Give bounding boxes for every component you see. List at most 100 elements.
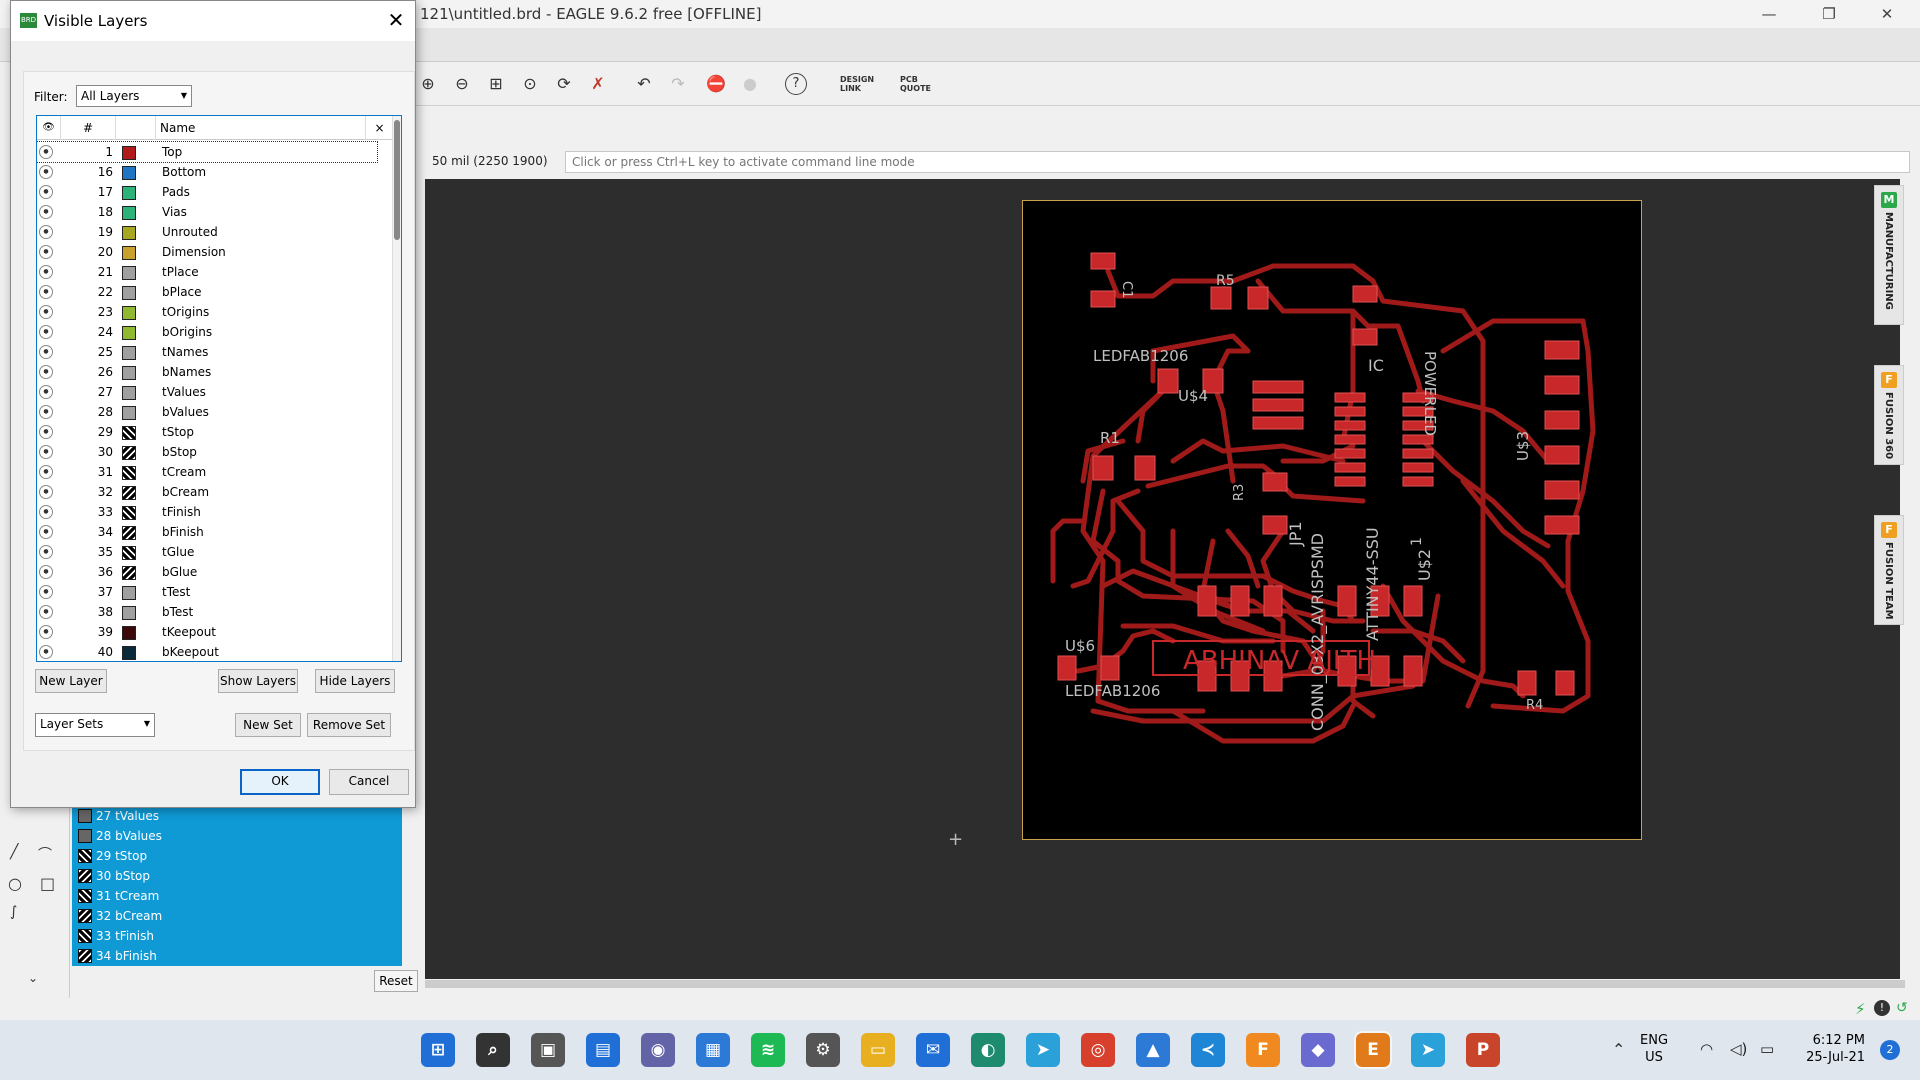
copper-pad[interactable] <box>1247 286 1269 310</box>
layers-table[interactable]: 👁 # Name × ● 1 Top ● 16 Bottom ● 17 Pads ● 18 Vias ●… <box>36 115 402 662</box>
layer-color-swatch[interactable] <box>122 166 136 180</box>
dialog-close-button[interactable]: ✕ <box>383 7 409 33</box>
ok-button[interactable]: OK <box>240 769 320 795</box>
copper-pad[interactable] <box>1252 398 1304 412</box>
line-tool-icon[interactable]: ╱ <box>10 844 18 860</box>
layer-color-swatch[interactable] <box>122 326 136 340</box>
zoom-in-icon[interactable]: ⊕ <box>415 71 441 97</box>
git-icon[interactable]: ◆ <box>1301 1033 1335 1067</box>
filter-select[interactable]: All Layers ▼ <box>76 85 192 107</box>
layer-color-swatch[interactable] <box>122 506 136 520</box>
layer-row[interactable]: ● 32 bCream <box>37 482 377 502</box>
copper-pad[interactable] <box>1090 290 1116 308</box>
redo-icon[interactable]: ↷ <box>665 71 691 97</box>
eye-icon[interactable]: ● <box>39 565 53 579</box>
new-layer-button[interactable]: New Layer <box>35 669 107 693</box>
copper-pad[interactable] <box>1402 434 1434 445</box>
copper-pad[interactable] <box>1403 585 1423 617</box>
widgets-icon[interactable]: ▤ <box>586 1033 620 1067</box>
layer-palette-item[interactable]: 30 bStop <box>72 866 402 886</box>
copper-pad[interactable] <box>1197 585 1217 617</box>
eye-icon[interactable]: ● <box>39 485 53 499</box>
layer-color-swatch[interactable] <box>122 266 136 280</box>
volume-icon[interactable]: ◁) <box>1730 1040 1747 1058</box>
curve-tool-icon[interactable]: ∫ <box>10 904 17 920</box>
circle-tool-icon[interactable]: ○ <box>8 874 22 893</box>
layer-row[interactable]: ● 22 bPlace <box>37 282 377 302</box>
chrome-icon[interactable]: ◎ <box>1081 1033 1115 1067</box>
redraw-icon[interactable]: ⟳ <box>551 71 577 97</box>
visibility-column-icon[interactable]: 👁 <box>37 116 61 140</box>
close-button[interactable]: ✕ <box>1864 0 1910 28</box>
dock-tab[interactable]: F FUSION TEAM <box>1874 515 1904 625</box>
copper-pad[interactable] <box>1134 455 1156 481</box>
layer-color-swatch[interactable] <box>122 646 136 660</box>
eye-icon[interactable]: ● <box>39 445 53 459</box>
telegram2-icon[interactable]: ➤ <box>1411 1033 1445 1067</box>
layers-table-scrollbar[interactable] <box>392 116 401 661</box>
copper-pad[interactable] <box>1544 515 1580 535</box>
eye-icon[interactable]: ● <box>39 285 53 299</box>
reset-button[interactable]: Reset <box>374 970 418 992</box>
eye-icon[interactable]: ● <box>39 585 53 599</box>
layer-color-swatch[interactable] <box>122 406 136 420</box>
copper-pad[interactable] <box>1517 670 1537 696</box>
layer-row[interactable]: ● 35 tGlue <box>37 542 377 562</box>
layer-color-swatch[interactable] <box>122 526 136 540</box>
layer-palette-item[interactable]: 28 bValues <box>72 826 402 846</box>
copper-pad[interactable] <box>1252 416 1304 430</box>
eye-icon[interactable]: ● <box>39 385 53 399</box>
zoom-out-icon[interactable]: ⊖ <box>449 71 475 97</box>
layer-sets-select[interactable]: Layer Sets ▼ <box>35 713 155 737</box>
copper-pad[interactable] <box>1100 655 1120 681</box>
layer-row[interactable]: ● 34 bFinish <box>37 522 377 542</box>
fusion-icon[interactable]: F <box>1246 1033 1280 1067</box>
eagle-icon[interactable]: E <box>1354 1031 1392 1069</box>
show-layers-button[interactable]: Show Layers <box>218 669 298 693</box>
copper-pad[interactable] <box>1262 515 1288 535</box>
start-button[interactable]: ⊞ <box>421 1033 455 1067</box>
store-icon[interactable]: ▦ <box>696 1033 730 1067</box>
copper-pad[interactable] <box>1230 585 1250 617</box>
copper-pad[interactable] <box>1157 368 1179 394</box>
layer-color-swatch[interactable] <box>122 546 136 560</box>
stop-icon[interactable]: ⛔ <box>703 71 729 97</box>
go-icon[interactable]: ● <box>737 71 763 97</box>
eye-icon[interactable]: ● <box>39 245 53 259</box>
copper-pad[interactable] <box>1334 392 1366 403</box>
copper-pad[interactable] <box>1544 375 1580 395</box>
eye-icon[interactable]: ● <box>39 425 53 439</box>
layer-palette-item[interactable]: 27 tValues <box>72 806 402 826</box>
copper-pad[interactable] <box>1352 328 1378 346</box>
wifi-icon[interactable]: ◠ <box>1700 1040 1713 1058</box>
layer-row[interactable]: ● 40 bKeepout <box>37 642 377 661</box>
layer-color-swatch[interactable] <box>122 146 136 160</box>
eye-icon[interactable]: ● <box>39 525 53 539</box>
vscode-icon[interactable]: ≺ <box>1191 1033 1225 1067</box>
copper-pad[interactable] <box>1402 462 1434 473</box>
eye-icon[interactable]: ● <box>39 165 53 179</box>
new-set-button[interactable]: New Set <box>235 713 301 737</box>
copper-pad[interactable] <box>1337 585 1357 617</box>
layer-color-swatch[interactable] <box>122 486 136 500</box>
eye-icon[interactable]: ● <box>39 365 53 379</box>
layer-color-swatch[interactable] <box>122 226 136 240</box>
layer-row[interactable]: ● 26 bNames <box>37 362 377 382</box>
eye-icon[interactable]: ● <box>39 225 53 239</box>
copper-pad[interactable] <box>1057 655 1077 681</box>
layer-row[interactable]: ● 38 bTest <box>37 602 377 622</box>
copper-pad[interactable] <box>1334 476 1366 487</box>
file-explorer-icon[interactable]: ▭ <box>861 1033 895 1067</box>
layer-row[interactable]: ● 39 tKeepout <box>37 622 377 642</box>
layer-row[interactable]: ● 21 tPlace <box>37 262 377 282</box>
copper-pad[interactable] <box>1402 448 1434 459</box>
eye-icon[interactable]: ● <box>39 305 53 319</box>
layer-color-swatch[interactable] <box>122 626 136 640</box>
remove-set-button[interactable]: Remove Set <box>307 713 391 737</box>
copper-pad[interactable] <box>1334 406 1366 417</box>
number-column-header[interactable]: # <box>61 116 116 140</box>
language-indicator[interactable]: ENG US <box>1640 1032 1668 1066</box>
copper-pad[interactable] <box>1252 380 1304 394</box>
telegram-icon[interactable]: ➤ <box>1026 1033 1060 1067</box>
layer-palette-item[interactable]: 34 bFinish <box>72 946 402 966</box>
